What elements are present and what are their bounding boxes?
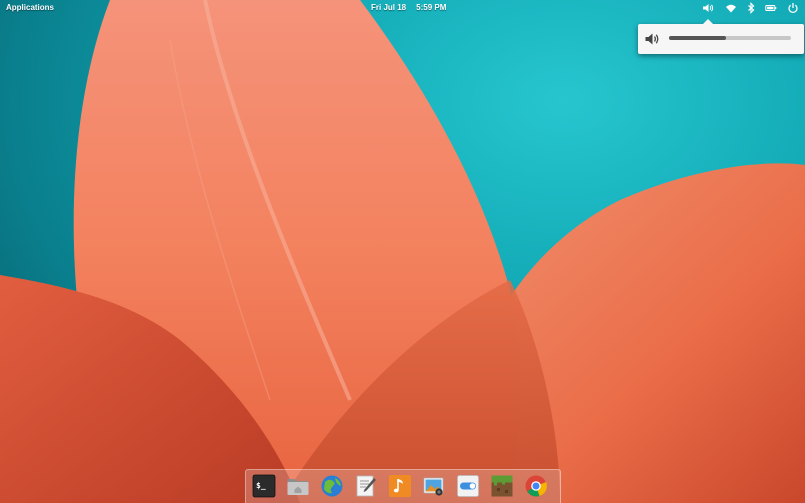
applications-menu[interactable]: Applications (6, 3, 54, 12)
dock-item-web-browser[interactable] (320, 474, 344, 498)
dock-item-text-editor[interactable] (354, 474, 378, 498)
power-icon[interactable] (787, 2, 799, 14)
desktop: Applications Fri Jul 18 5:59 PM $_ (0, 0, 805, 503)
photo-icon (423, 477, 444, 496)
chrome-icon (525, 475, 547, 497)
wallpaper (0, 0, 805, 503)
dock-item-music[interactable] (388, 474, 412, 498)
clock-date: Fri Jul 18 (371, 3, 407, 12)
speaker-icon[interactable] (702, 2, 714, 14)
dock-item-files[interactable] (286, 474, 310, 498)
volume-level (669, 36, 727, 40)
grass-block-icon (491, 475, 513, 497)
speaker-icon[interactable] (644, 31, 660, 47)
dock-item-settings[interactable] (456, 474, 480, 498)
dock-item-photos[interactable] (422, 474, 446, 498)
terminal-icon: $_ (256, 481, 266, 490)
music-note-icon (389, 475, 411, 497)
globe-icon (321, 475, 343, 497)
clock-time: 5:59 PM (416, 3, 447, 12)
dock: $_ (245, 469, 561, 503)
dock-item-minecraft[interactable] (490, 474, 514, 498)
folder-icon (287, 479, 309, 495)
sound-popover (638, 19, 804, 54)
top-panel: Applications Fri Jul 18 5:59 PM (0, 0, 805, 16)
dock-item-chrome[interactable] (524, 474, 548, 498)
text-editor-icon (356, 475, 376, 497)
dock-item-terminal[interactable]: $_ (252, 474, 276, 498)
popover-arrow (703, 19, 713, 24)
battery-icon[interactable] (765, 2, 777, 14)
toggle-icon (457, 475, 479, 497)
clock[interactable]: Fri Jul 18 5:59 PM (371, 3, 446, 12)
bluetooth-icon[interactable] (745, 2, 757, 14)
wifi-icon[interactable] (725, 2, 737, 14)
volume-slider[interactable] (669, 36, 791, 40)
